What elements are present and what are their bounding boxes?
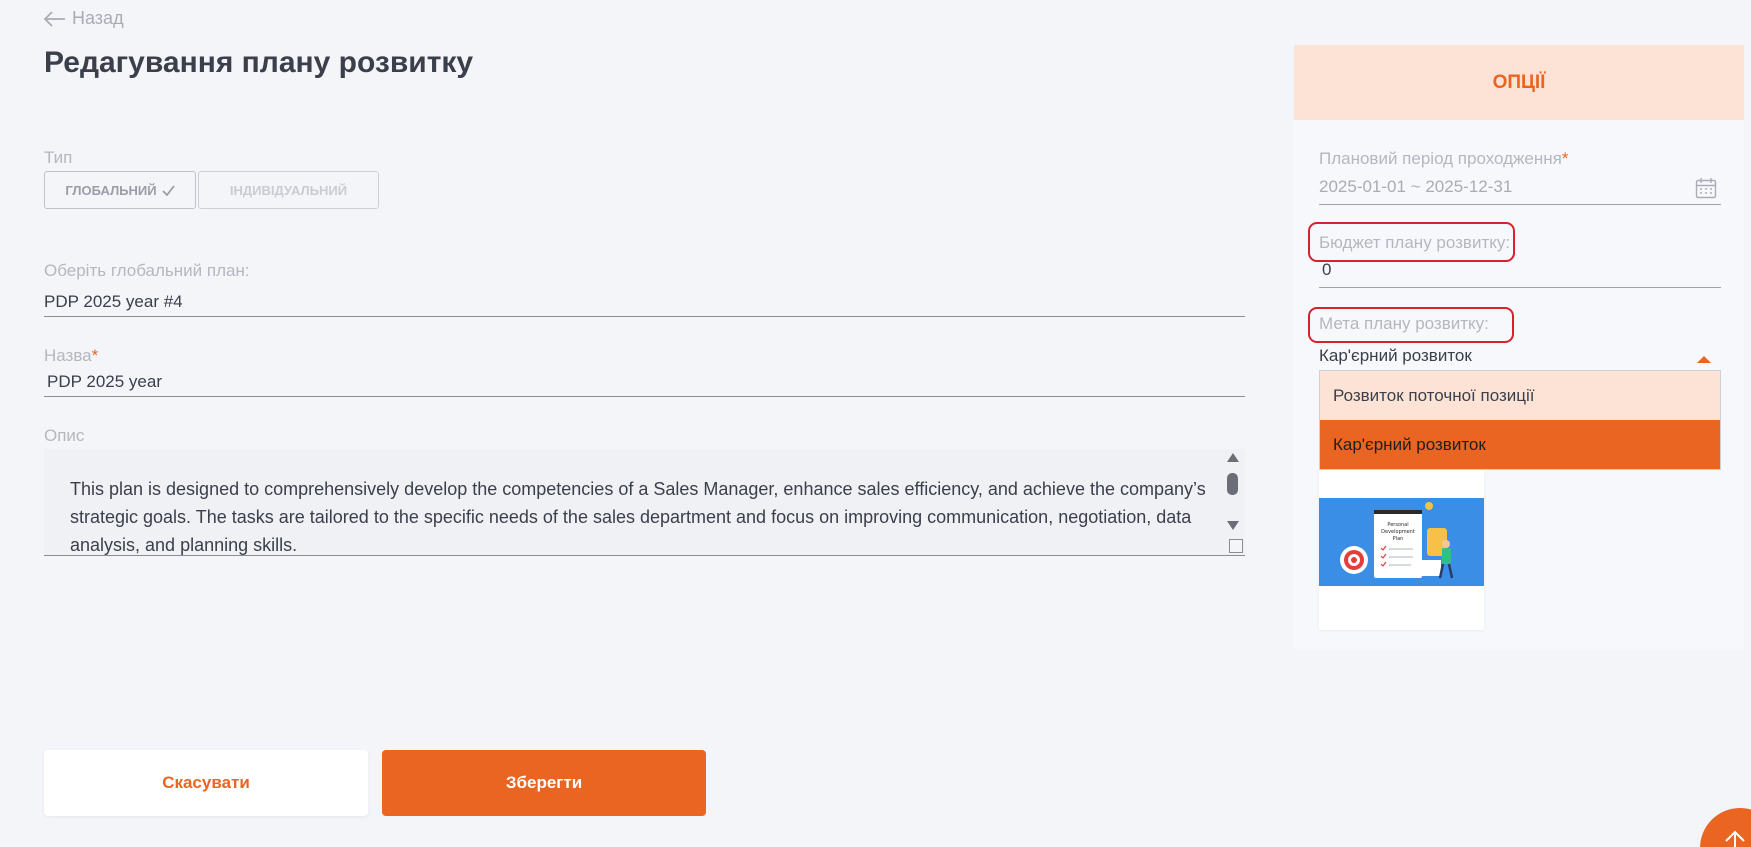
illustration-text-development: Development [1381, 529, 1415, 535]
page-title: Редагування плану розвитку [44, 46, 474, 79]
type-toggle: ГЛОБАЛЬНИЙ ІНДИВІДУАЛЬНИЙ [44, 171, 379, 209]
period-value: 2025-01-01 ~ 2025-12-31 [1319, 177, 1513, 196]
scroll-to-top-icon [1725, 830, 1745, 847]
name-label: Назва* [44, 346, 98, 366]
illustration-text-personal: Personal [1387, 522, 1408, 528]
name-input[interactable]: PDP 2025 year [44, 372, 1245, 397]
illustration-text-plan: Plan [1393, 536, 1404, 542]
back-link[interactable]: Назад [44, 8, 124, 29]
global-plan-value: PDP 2025 year #4 [44, 292, 183, 311]
goal-value: Кар'єрний розвиток [1319, 346, 1472, 365]
plan-cover-card[interactable]: Personal Development Plan [1319, 470, 1484, 630]
personal-development-plan-illustration: Personal Development Plan [1319, 498, 1484, 586]
period-input[interactable]: 2025-01-01 ~ 2025-12-31 [1319, 177, 1721, 205]
goal-select[interactable]: Кар'єрний розвиток [1319, 346, 1721, 371]
required-asterisk: * [1561, 149, 1569, 168]
cancel-button[interactable]: Скасувати [44, 750, 368, 816]
required-asterisk: * [91, 346, 99, 365]
back-label: Назад [72, 8, 124, 28]
description-value: This plan is designed to comprehensively… [70, 479, 1206, 555]
global-plan-select[interactable]: PDP 2025 year #4 [44, 292, 1245, 317]
type-global-label: ГЛОБАЛЬНИЙ [65, 182, 157, 198]
options-panel: ОПЦІЇ Плановий період проходження* 2025-… [1294, 45, 1744, 650]
check-icon [161, 184, 175, 196]
description-scrollbar[interactable] [1225, 453, 1241, 553]
scroll-to-top-button[interactable] [1700, 808, 1751, 847]
period-label-text: Плановий період проходження [1319, 149, 1562, 168]
budget-value: 0 [1322, 260, 1332, 279]
type-global-button[interactable]: ГЛОБАЛЬНИЙ [44, 171, 196, 209]
period-label: Плановий період проходження* [1319, 149, 1568, 169]
scroll-thumb[interactable] [1227, 473, 1238, 495]
arrow-left-icon [44, 10, 65, 27]
description-label: Опис [44, 426, 85, 445]
type-individual-label: ІНДИВІДУАЛЬНИЙ [229, 182, 348, 198]
type-individual-button[interactable]: ІНДИВІДУАЛЬНИЙ [198, 171, 379, 209]
plan-cover-image: Personal Development Plan [1319, 498, 1484, 586]
budget-label-highlight [1308, 222, 1515, 262]
goal-label-highlight [1308, 307, 1514, 343]
global-plan-label: Оберіть глобальний план: [44, 261, 250, 280]
calendar-icon[interactable] [1695, 177, 1717, 199]
goal-option-current-position[interactable]: Розвиток поточної позиції [1320, 371, 1720, 420]
goal-option-career[interactable]: Кар'єрний розвиток [1320, 420, 1720, 469]
name-label-text: Назва [44, 346, 92, 365]
name-value: PDP 2025 year [47, 372, 162, 391]
save-button[interactable]: Зберегти [382, 750, 706, 816]
budget-input[interactable]: 0 [1319, 260, 1721, 288]
scroll-down-icon[interactable] [1227, 521, 1239, 530]
goal-dropdown-menu: Розвиток поточної позиції Кар'єрний розв… [1319, 370, 1721, 470]
caret-up-icon[interactable] [1697, 356, 1711, 363]
scroll-up-icon[interactable] [1227, 453, 1239, 462]
type-label: Тип [44, 148, 73, 167]
description-textarea[interactable]: This plan is designed to comprehensively… [44, 449, 1245, 556]
options-header: ОПЦІЇ [1294, 45, 1744, 120]
resize-handle-icon[interactable] [1229, 539, 1243, 553]
